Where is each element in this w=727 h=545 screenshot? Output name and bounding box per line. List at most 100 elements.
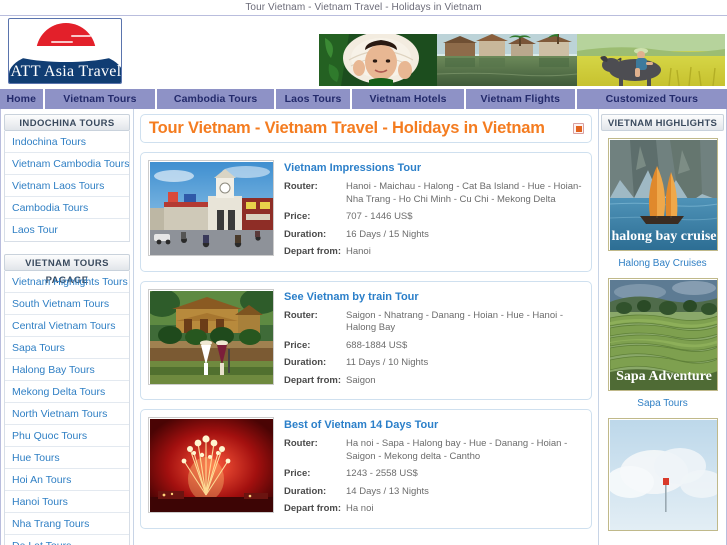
logo-text: ATT Asia Travel xyxy=(10,63,122,80)
sky-cloud-thumbnail[interactable] xyxy=(607,418,718,531)
sapa-overlay-text: Sapa Adventure xyxy=(616,369,712,384)
tour-card[interactable]: See Vietnam by train Tour Router: Saigon… xyxy=(140,280,592,400)
left-sidebar: INDOCHINA TOURS Indochina Tours Vietnam … xyxy=(0,109,134,545)
spec-row-price: Price: 688-1884 US$ xyxy=(284,340,584,358)
spec-label-depart-from: Depart from: xyxy=(284,246,342,257)
spec-row-depart-from: Depart from: Ha noi xyxy=(284,503,584,521)
spec-label-price: Price: xyxy=(284,211,311,222)
spec-label-router: Router: xyxy=(284,181,318,192)
sidebar-item-da-lat-tours[interactable]: Da Lat Tours xyxy=(5,535,129,545)
page-title: Tour Vietnam - Vietnam Travel - Holidays… xyxy=(149,119,545,137)
tour-info: Vietnam Impressions Tour Router: Hanoi -… xyxy=(284,160,584,264)
sidebar-item-nha-trang-tours[interactable]: Nha Trang Tours xyxy=(5,513,129,535)
spec-row-price: Price: 707 - 1446 US$ xyxy=(284,211,584,229)
tour-info: See Vietnam by train Tour Router: Saigon… xyxy=(284,289,584,393)
browser-title-bar: Tour Vietnam - Vietnam Travel - Holidays… xyxy=(0,0,727,15)
nav-vietnam-flights[interactable]: Vietnam Flights xyxy=(465,89,575,109)
panel-list-indochina-tours: Indochina Tours Vietnam Cambodia Tours V… xyxy=(4,131,130,242)
tour-spec-table: Router: Ha noi - Sapa - Halong bay - Hue… xyxy=(284,438,584,521)
site-root: ATT Asia Travel Home Vietnam Tours Cambo… xyxy=(0,15,727,545)
sidebar-item-indochina-tours[interactable]: Indochina Tours xyxy=(5,131,129,153)
spec-label-duration: Duration: xyxy=(284,228,327,240)
halong-bay-overlay-text: halong bay cruise xyxy=(611,229,716,244)
spec-value-duration: 11 Days / 10 Nights xyxy=(346,357,429,368)
sidebar-item-hanoi-tours[interactable]: Hanoi Tours xyxy=(5,491,129,513)
sidebar-item-vietnam-laos-tours[interactable]: Vietnam Laos Tours xyxy=(5,175,129,197)
sidebar-item-hoi-an-tours[interactable]: Hoi An Tours xyxy=(5,469,129,491)
spec-row-router: Router: Saigon - Nhatrang - Danang - Hoi… xyxy=(284,310,584,340)
highlight-item-halong-bay[interactable]: halong bay cruise Halong Bay Cruises xyxy=(601,138,724,269)
spec-value-price: 688-1884 US$ xyxy=(346,339,408,351)
spec-label-router: Router: xyxy=(284,309,318,321)
panel-vietnam-tours-pagage: VIETNAM TOURS PAGAGE Vietnam Highlights … xyxy=(4,254,130,545)
sidebar-item-south-vietnam-tours[interactable]: South Vietnam Tours xyxy=(5,293,129,315)
tour-thumbnail-ben-thanh-market[interactable] xyxy=(148,160,274,256)
sidebar-item-laos-tour[interactable]: Laos Tour xyxy=(5,219,129,241)
spec-value-duration: 14 Days / 13 Nights xyxy=(346,485,429,497)
spec-value-router: Hanoi - Maichau - Halong - Cat Ba Island… xyxy=(346,181,582,205)
highlight-caption-halong-bay-cruises[interactable]: Halong Bay Cruises xyxy=(601,258,724,269)
header-banner-image xyxy=(319,34,725,86)
spec-value-router: Ha noi - Sapa - Halong bay - Hue - Danan… xyxy=(346,438,568,462)
panel-list-vietnam-tours-pagage: Vietnam Highlights Tours South Vietnam T… xyxy=(4,271,130,545)
spec-row-router: Router: Hanoi - Maichau - Halong - Cat B… xyxy=(284,181,584,211)
spec-label-duration: Duration: xyxy=(284,357,327,368)
nav-customized-tours[interactable]: Customized Tours xyxy=(576,89,727,109)
main-navigation[interactable]: Home Vietnam Tours Cambodia Tours Laos T… xyxy=(0,89,727,109)
panel-heading-vietnam-tours-pagage: VIETNAM TOURS PAGAGE xyxy=(4,254,130,286)
sidebar-item-central-vietnam-tours[interactable]: Central Vietnam Tours xyxy=(5,315,129,337)
spec-row-duration: Duration: 11 Days / 10 Nights xyxy=(284,357,584,375)
broken-image-icon xyxy=(573,123,584,134)
sidebar-item-cambodia-tours[interactable]: Cambodia Tours xyxy=(5,197,129,219)
spec-row-router: Router: Ha noi - Sapa - Halong bay - Hue… xyxy=(284,438,584,468)
sun-streak-icon xyxy=(51,41,73,43)
page-title-bar: Tour Vietnam - Vietnam Travel - Holidays… xyxy=(140,114,592,143)
spec-label-price: Price: xyxy=(284,468,311,479)
spec-value-price: 1243 - 2558 US$ xyxy=(346,468,418,479)
sidebar-item-north-vietnam-tours[interactable]: North Vietnam Tours xyxy=(5,403,129,425)
highlights-heading: VIETNAM HIGHLIGHTS xyxy=(601,114,724,131)
sidebar-item-phu-quoc-tours[interactable]: Phu Quoc Tours xyxy=(5,425,129,447)
spec-label-price: Price: xyxy=(284,339,311,351)
spec-row-depart-from: Depart from: Saigon xyxy=(284,375,584,393)
tour-spec-table: Router: Saigon - Nhatrang - Danang - Hoi… xyxy=(284,310,584,393)
main-content: Tour Vietnam - Vietnam Travel - Holidays… xyxy=(134,109,598,545)
tour-title-link[interactable]: Vietnam Impressions Tour xyxy=(284,162,584,174)
site-logo[interactable]: ATT Asia Travel xyxy=(8,18,122,84)
nav-laos-tours[interactable]: Laos Tours xyxy=(275,89,351,109)
spec-label-depart-from: Depart from: xyxy=(284,503,342,514)
nav-vietnam-tours[interactable]: Vietnam Tours xyxy=(44,89,156,109)
spec-label-duration: Duration: xyxy=(284,485,327,497)
tour-thumbnail-hue-imperial-city[interactable] xyxy=(148,288,274,385)
highlight-item-third[interactable] xyxy=(601,418,724,531)
tour-card[interactable]: Vietnam Impressions Tour Router: Hanoi -… xyxy=(140,152,592,272)
sidebar-item-vietnam-cambodia-tours[interactable]: Vietnam Cambodia Tours xyxy=(5,153,129,175)
tour-info: Best of Vietnam 14 Days Tour Router: Ha … xyxy=(284,417,584,521)
spec-value-depart-from: Ha noi xyxy=(346,503,374,514)
tour-title-link[interactable]: Best of Vietnam 14 Days Tour xyxy=(284,419,584,431)
spec-row-duration: Duration: 16 Days / 15 Nights xyxy=(284,229,584,247)
panel-heading-indochina-tours: INDOCHINA TOURS xyxy=(4,114,130,131)
highlight-item-sapa[interactable]: Sapa Adventure Sapa Tours xyxy=(601,278,724,409)
sidebar-item-halong-bay-tours[interactable]: Halong Bay Tours xyxy=(5,359,129,381)
panel-indochina-tours: INDOCHINA TOURS Indochina Tours Vietnam … xyxy=(4,114,130,242)
sidebar-item-vietnam-highlights-tours[interactable]: Vietnam Highlights Tours xyxy=(5,271,129,293)
spec-value-price: 707 - 1446 US$ xyxy=(346,211,413,222)
halong-bay-cruise-thumbnail[interactable]: halong bay cruise xyxy=(607,138,718,251)
sidebar-item-sapa-tours[interactable]: Sapa Tours xyxy=(5,337,129,359)
page-columns: INDOCHINA TOURS Indochina Tours Vietnam … xyxy=(0,109,727,545)
sidebar-item-mekong-delta-tours[interactable]: Mekong Delta Tours xyxy=(5,381,129,403)
tour-thumbnail-fireworks[interactable] xyxy=(148,417,274,513)
sidebar-item-hue-tours[interactable]: Hue Tours xyxy=(5,447,129,469)
nav-vietnam-hotels[interactable]: Vietnam Hotels xyxy=(352,89,464,109)
sapa-adventure-thumbnail[interactable]: Sapa Adventure xyxy=(607,278,718,391)
tour-spec-table: Router: Hanoi - Maichau - Halong - Cat B… xyxy=(284,181,584,264)
nav-home[interactable]: Home xyxy=(0,89,43,109)
spec-row-depart-from: Depart from: Hanoi xyxy=(284,246,584,264)
tour-title-link[interactable]: See Vietnam by train Tour xyxy=(284,291,584,303)
highlight-caption-sapa-tours[interactable]: Sapa Tours xyxy=(601,398,724,409)
sun-streak-icon xyxy=(71,35,91,37)
nav-cambodia-tours[interactable]: Cambodia Tours xyxy=(157,89,274,109)
spec-label-router: Router: xyxy=(284,438,318,449)
tour-card[interactable]: Best of Vietnam 14 Days Tour Router: Ha … xyxy=(140,409,592,529)
